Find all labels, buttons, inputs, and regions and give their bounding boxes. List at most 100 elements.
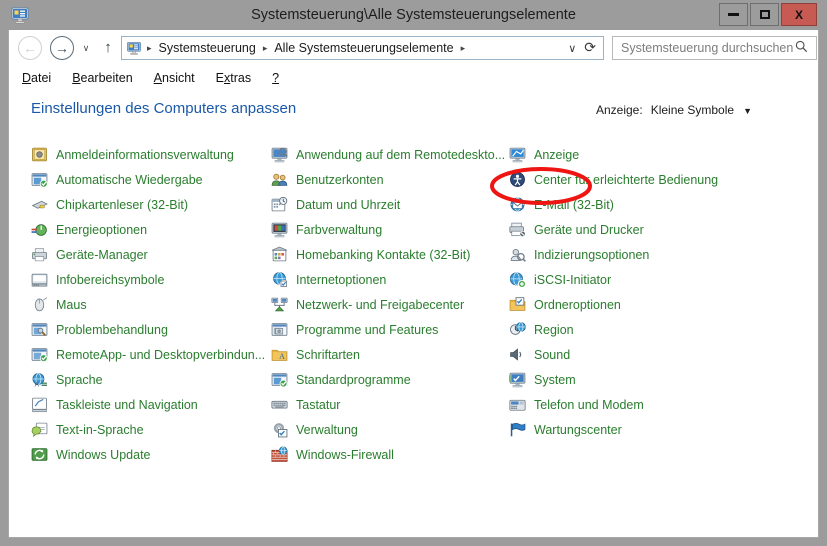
credentials-icon — [31, 146, 48, 163]
maximize-button[interactable] — [750, 3, 779, 26]
control-panel-item[interactable]: Problembehandlung — [31, 317, 269, 342]
control-panel-item-label: Sound — [534, 347, 571, 362]
menu-bar: Datei Bearbeiten Ansicht Extras ? — [9, 65, 818, 90]
control-panel-item[interactable]: Windows-Firewall — [271, 442, 509, 467]
mail-icon — [509, 196, 526, 213]
control-panel-item-label: Taskleiste und Navigation — [56, 397, 198, 412]
control-panel-item[interactable]: RemoteApp- und Desktopverbindun... — [31, 342, 269, 367]
control-panel-item-label: Verwaltung — [296, 422, 358, 437]
date-time-icon — [271, 196, 288, 213]
internet-options-icon — [271, 271, 288, 288]
control-panel-item-label: Geräte-Manager — [56, 247, 148, 262]
control-panel-item[interactable]: A Schriftarten — [271, 342, 509, 367]
search-input[interactable]: Systemsteuerung durchsuchen — [613, 41, 795, 55]
menu-datei[interactable]: Datei — [22, 71, 51, 85]
control-panel-item[interactable]: Anmeldeinformationsverwaltung — [31, 142, 269, 167]
control-panel-item[interactable]: Internetoptionen — [271, 267, 509, 292]
control-panel-item[interactable]: Tastatur — [271, 392, 509, 417]
user-accounts-icon — [271, 171, 288, 188]
menu-help[interactable]: ? — [272, 71, 279, 85]
control-panel-item-label: Internetoptionen — [296, 272, 387, 287]
breadcrumb-separator[interactable]: ▸ — [456, 43, 471, 54]
address-bar[interactable]: ▸ Systemsteuerung ▸ Alle Systemsteuerung… — [121, 36, 604, 60]
control-panel-item[interactable]: Verwaltung — [271, 417, 509, 442]
breadcrumb-separator[interactable]: ▸ — [258, 43, 273, 54]
control-panel-item[interactable]: Center für erleichterte Bedienung — [509, 167, 749, 192]
control-panel-item-label: Energieoptionen — [56, 222, 148, 237]
back-button[interactable]: ← — [18, 36, 42, 60]
control-panel-item[interactable]: Region — [509, 317, 749, 342]
view-selector[interactable]: Anzeige: Kleine Symbole ▼ — [596, 103, 752, 117]
up-button[interactable]: ↑ — [99, 38, 117, 56]
control-panel-item[interactable]: Benutzerkonten — [271, 167, 509, 192]
menu-extras[interactable]: Extras — [216, 71, 251, 85]
close-button[interactable]: X — [781, 3, 817, 26]
recent-locations-button[interactable]: ∨ — [79, 42, 93, 54]
power-options-icon — [31, 221, 48, 238]
control-panel-item[interactable]: Windows Update — [31, 442, 269, 467]
navigation-bar: ← → ∨ ↑ ▸ Systemsteuerung ▸ Alle Systems… — [9, 30, 818, 65]
control-panel-item[interactable]: Anzeige — [509, 142, 749, 167]
control-panel-item[interactable]: Ordneroptionen — [509, 292, 749, 317]
control-panel-item[interactable]: A Sprache — [31, 367, 269, 392]
view-value[interactable]: Kleine Symbole — [651, 103, 734, 117]
troubleshooting-icon — [31, 321, 48, 338]
search-box[interactable]: Systemsteuerung durchsuchen — [612, 36, 817, 60]
control-panel-item-label: iSCSI-Initiator — [534, 272, 612, 287]
keyboard-icon — [271, 396, 288, 413]
forward-button[interactable]: → — [50, 36, 74, 60]
control-panel-item-label: E-Mail (32-Bit) — [534, 197, 614, 212]
control-panel-item[interactable]: Standardprogramme — [271, 367, 509, 392]
control-panel-item[interactable]: Datum und Uhrzeit — [271, 192, 509, 217]
control-panel-item[interactable]: iSCSI-Initiator — [509, 267, 749, 292]
control-panel-item[interactable]: Wartungscenter — [509, 417, 749, 442]
breadcrumb-item-systemsteuerung[interactable]: Systemsteuerung — [157, 41, 258, 55]
refresh-icon[interactable]: ⟳ — [584, 39, 603, 56]
maximize-icon — [759, 10, 770, 19]
control-panel-item-label: Sprache — [56, 372, 103, 387]
network-sharing-icon — [271, 296, 288, 313]
control-panel-item-label: Anmeldeinformationsverwaltung — [56, 147, 234, 162]
control-panel-item-label: Homebanking Kontakte (32-Bit) — [296, 247, 471, 262]
control-panel-item[interactable]: Farbverwaltung — [271, 217, 509, 242]
control-panel-item-label: Anwendung auf dem Remotedeskto... — [296, 147, 506, 162]
control-panel-item[interactable]: Indizierungsoptionen — [509, 242, 749, 267]
control-panel-window: Systemsteuerung\Alle Systemsteuerungsele… — [0, 0, 827, 546]
control-panel-item[interactable]: Homebanking Kontakte (32-Bit) — [271, 242, 509, 267]
control-panel-item[interactable]: E-Mail (32-Bit) — [509, 192, 749, 217]
language-icon: A — [31, 371, 48, 389]
menu-datei-label: Datei — [22, 70, 52, 85]
address-history-chevron-down-icon[interactable]: ∨ — [564, 42, 584, 55]
breadcrumb-separator[interactable]: ▸ — [142, 43, 157, 54]
control-panel-item[interactable]: Text-in-Sprache — [31, 417, 269, 442]
control-panel-item[interactable]: Chipkartenleser (32-Bit) — [31, 192, 269, 217]
taskbar-icon — [31, 396, 48, 413]
control-panel-item[interactable]: Telefon und Modem — [509, 392, 749, 417]
phone-modem-icon — [509, 396, 526, 413]
text-to-speech-icon — [31, 421, 48, 438]
chevron-down-icon[interactable]: ▼ — [743, 106, 752, 116]
control-panel-item[interactable]: Automatische Wiedergabe — [31, 167, 269, 192]
control-panel-item[interactable]: Taskleiste und Navigation — [31, 392, 269, 417]
control-panel-item[interactable]: Energieoptionen — [31, 217, 269, 242]
menu-bearbeiten[interactable]: Bearbeiten — [72, 71, 132, 85]
menu-help-label: ? — [272, 70, 280, 85]
window-title: Systemsteuerung\Alle Systemsteuerungsele… — [251, 7, 576, 23]
action-center-icon — [509, 421, 526, 438]
control-panel-item[interactable]: Infobereichsymbole — [31, 267, 269, 292]
minimize-button[interactable] — [719, 3, 748, 26]
control-panel-item[interactable]: System — [509, 367, 749, 392]
search-icon — [795, 40, 816, 56]
control-panel-item[interactable]: Netzwerk- und Freigabecenter — [271, 292, 509, 317]
control-panel-item[interactable]: Geräte und Drucker — [509, 217, 749, 242]
window-controls: X — [717, 3, 817, 26]
control-panel-item[interactable]: Maus — [31, 292, 269, 317]
control-panel-item[interactable]: Geräte-Manager — [31, 242, 269, 267]
breadcrumb-item-alle-elemente[interactable]: Alle Systemsteuerungselemente — [272, 41, 455, 55]
control-panel-item[interactable]: Anwendung auf dem Remotedeskto... — [271, 142, 509, 167]
control-panel-item[interactable]: Sound — [509, 342, 749, 367]
control-panel-item-label: Center für erleichterte Bedienung — [534, 172, 719, 187]
control-panel-item[interactable]: Programme und Features — [271, 317, 509, 342]
client-area: ← → ∨ ↑ ▸ Systemsteuerung ▸ Alle Systems… — [8, 30, 819, 538]
menu-ansicht[interactable]: Ansicht — [154, 71, 195, 85]
